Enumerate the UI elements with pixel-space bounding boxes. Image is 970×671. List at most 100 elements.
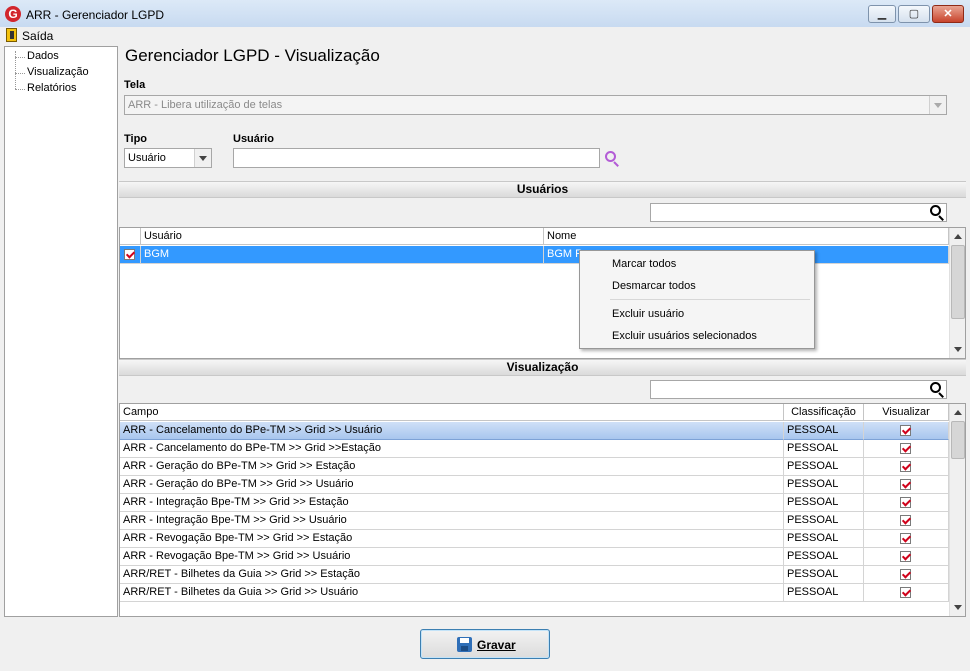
tela-select[interactable]: ARR - Libera utilização de telas: [124, 95, 947, 115]
visualizar-cell: [864, 566, 949, 584]
classificacao-cell: PESSOAL: [784, 548, 864, 566]
view-col-classificacao[interactable]: Classificação: [784, 404, 864, 421]
classificacao-cell: PESSOAL: [784, 530, 864, 548]
classificacao-cell: PESSOAL: [784, 440, 864, 458]
visualizar-checkbox[interactable]: [900, 479, 911, 490]
navigation-tree: Dados Visualização Relatórios: [4, 46, 118, 617]
table-row[interactable]: ARR - Geração do BPe-TM >> Grid >> Estaç…: [120, 458, 949, 476]
menu-exit[interactable]: Saída: [22, 29, 53, 43]
tela-value: ARR - Libera utilização de telas: [128, 99, 283, 111]
view-filter-input[interactable]: [650, 380, 947, 399]
chevron-down-icon: [194, 149, 211, 167]
table-row[interactable]: ARR - Cancelamento do BPe-TM >> Grid >>E…: [120, 440, 949, 458]
search-icon[interactable]: [930, 382, 946, 398]
view-col-visualizar[interactable]: Visualizar: [864, 404, 949, 421]
users-section-header: Usuários: [119, 181, 966, 198]
visualizar-checkbox[interactable]: [900, 425, 911, 436]
save-button[interactable]: Gravar: [420, 629, 550, 659]
tipo-value: Usuário: [128, 152, 166, 164]
view-section-header: Visualização: [119, 359, 966, 376]
menu-item-excluir-selecionados[interactable]: Excluir usuários selecionados: [612, 330, 757, 342]
menu-bar: Saída: [0, 27, 970, 44]
classificacao-cell: PESSOAL: [784, 584, 864, 602]
window-title: ARR - Gerenciador LGPD: [26, 8, 165, 22]
visualizar-checkbox[interactable]: [900, 587, 911, 598]
usuario-label: Usuário: [233, 133, 274, 145]
app-logo-icon: G: [5, 6, 21, 22]
view-col-campo[interactable]: Campo: [120, 404, 784, 421]
campo-cell: ARR - Cancelamento do BPe-TM >> Grid >> …: [120, 422, 784, 440]
usuario-input[interactable]: [233, 148, 600, 168]
scroll-down-icon[interactable]: [950, 599, 965, 616]
minimize-button[interactable]: ▁: [868, 5, 896, 23]
table-row[interactable]: ARR - Integração Bpe-TM >> Grid >> Estaç…: [120, 494, 949, 512]
campo-cell: ARR/RET - Bilhetes da Guia >> Grid >> Es…: [120, 566, 784, 584]
search-icon[interactable]: [930, 205, 946, 221]
scroll-down-icon[interactable]: [950, 341, 965, 358]
visualizar-checkbox[interactable]: [900, 569, 911, 580]
classificacao-cell: PESSOAL: [784, 566, 864, 584]
visualizar-checkbox[interactable]: [900, 497, 911, 508]
tipo-label: Tipo: [124, 133, 148, 145]
table-row[interactable]: ARR - Cancelamento do BPe-TM >> Grid >> …: [120, 422, 949, 440]
campo-cell: ARR - Geração do BPe-TM >> Grid >> Estaç…: [120, 458, 784, 476]
maximize-button[interactable]: ▢: [898, 5, 930, 23]
view-grid: Campo Classificação Visualizar ARR - Can…: [119, 403, 966, 617]
users-scrollbar[interactable]: [949, 228, 965, 358]
visualizar-cell: [864, 476, 949, 494]
classificacao-cell: PESSOAL: [784, 494, 864, 512]
visualizar-cell: [864, 440, 949, 458]
tree-item-dados[interactable]: Dados: [27, 50, 59, 62]
users-col-nome[interactable]: Nome: [544, 228, 949, 245]
table-row[interactable]: ARR/RET - Bilhetes da Guia >> Grid >> Es…: [120, 566, 949, 584]
exit-door-icon: [6, 28, 17, 42]
visualizar-checkbox[interactable]: [900, 515, 911, 526]
visualizar-checkbox[interactable]: [900, 461, 911, 472]
table-row[interactable]: BGM BGM P: [120, 246, 949, 264]
user-login-cell: BGM: [141, 246, 544, 264]
tree-item-visualizacao[interactable]: Visualização: [27, 66, 89, 78]
tipo-select[interactable]: Usuário: [124, 148, 212, 168]
floppy-disk-icon: [457, 637, 472, 652]
table-row[interactable]: ARR/RET - Bilhetes da Guia >> Grid >> Us…: [120, 584, 949, 602]
title-bar: G ARR - Gerenciador LGPD ▁ ▢ ✕: [0, 0, 970, 30]
tree-item-relatorios[interactable]: Relatórios: [27, 82, 77, 94]
table-row[interactable]: ARR - Revogação Bpe-TM >> Grid >> Estaçã…: [120, 530, 949, 548]
campo-cell: ARR - Revogação Bpe-TM >> Grid >> Estaçã…: [120, 530, 784, 548]
visualizar-cell: [864, 584, 949, 602]
search-user-icon[interactable]: [605, 151, 621, 167]
users-grid: Usuário Nome BGM BGM P: [119, 227, 966, 359]
row-checkbox[interactable]: [124, 249, 135, 260]
classificacao-cell: PESSOAL: [784, 512, 864, 530]
menu-item-marcar-todos[interactable]: Marcar todos: [612, 258, 676, 270]
table-row[interactable]: ARR - Integração Bpe-TM >> Grid >> Usuár…: [120, 512, 949, 530]
table-row[interactable]: ARR - Geração do BPe-TM >> Grid >> Usuár…: [120, 476, 949, 494]
menu-item-excluir-usuario[interactable]: Excluir usuário: [612, 308, 684, 320]
scroll-thumb[interactable]: [951, 245, 965, 319]
campo-cell: ARR/RET - Bilhetes da Guia >> Grid >> Us…: [120, 584, 784, 602]
context-menu: Marcar todos Desmarcar todos Excluir usu…: [579, 250, 815, 349]
visualizar-checkbox[interactable]: [900, 533, 911, 544]
menu-separator: [610, 299, 810, 300]
menu-item-desmarcar-todos[interactable]: Desmarcar todos: [612, 280, 696, 292]
classificacao-cell: PESSOAL: [784, 422, 864, 440]
scroll-up-icon[interactable]: [950, 404, 965, 421]
scroll-up-icon[interactable]: [950, 228, 965, 245]
visualizar-cell: [864, 458, 949, 476]
visualizar-cell: [864, 512, 949, 530]
users-checkbox-header: [120, 228, 141, 245]
scroll-thumb[interactable]: [951, 421, 965, 459]
visualizar-cell: [864, 422, 949, 440]
visualizar-checkbox[interactable]: [900, 443, 911, 454]
users-filter-input[interactable]: [650, 203, 947, 222]
campo-cell: ARR - Geração do BPe-TM >> Grid >> Usuár…: [120, 476, 784, 494]
table-row[interactable]: ARR - Revogação Bpe-TM >> Grid >> Usuári…: [120, 548, 949, 566]
visualizar-checkbox[interactable]: [900, 551, 911, 562]
view-scrollbar[interactable]: [949, 404, 965, 616]
visualizar-cell: [864, 548, 949, 566]
users-col-usuario[interactable]: Usuário: [141, 228, 544, 245]
save-button-label: Gravar: [477, 638, 516, 652]
classificacao-cell: PESSOAL: [784, 458, 864, 476]
close-button[interactable]: ✕: [932, 5, 964, 23]
chevron-down-icon: [929, 96, 946, 114]
